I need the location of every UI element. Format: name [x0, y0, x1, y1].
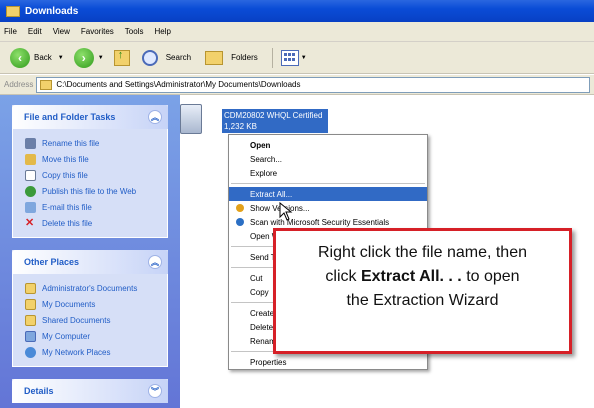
- file-name: CDM20802 WHQL Certified: [224, 111, 323, 120]
- address-label: Address: [4, 80, 34, 89]
- forward-dropdown-icon[interactable]: ▼: [98, 55, 104, 61]
- address-bar: Address C:\Documents and Settings\Admini…: [0, 75, 594, 95]
- toolbar-divider: [271, 47, 273, 68]
- panel-title: File and Folder Tasks: [24, 112, 116, 122]
- address-field[interactable]: C:\Documents and Settings\Administrator\…: [36, 76, 590, 93]
- window-title: Downloads: [25, 5, 79, 17]
- move-icon: [25, 153, 36, 165]
- globe-icon: [25, 185, 36, 197]
- file-tasks-panel: File and Folder Tasks ︽ Rename this file…: [12, 105, 168, 238]
- back-dropdown-icon[interactable]: ▼: [58, 55, 64, 61]
- search-icon[interactable]: [141, 49, 158, 66]
- folder-icon: [6, 5, 20, 17]
- views-dropdown-icon[interactable]: ▼: [301, 55, 307, 61]
- panel-header[interactable]: Details ︾: [12, 379, 168, 403]
- task-delete[interactable]: ✕ Delete this file: [25, 215, 161, 231]
- views-icon[interactable]: [280, 49, 299, 66]
- menu-favorites[interactable]: Favorites: [81, 27, 114, 36]
- zip-file-icon[interactable]: [180, 104, 202, 134]
- back-arrow-icon[interactable]: ‹: [10, 47, 30, 68]
- details-panel: Details ︾: [12, 379, 168, 403]
- place-my-computer[interactable]: My Computer: [25, 328, 161, 344]
- task-email[interactable]: E-mail this file: [25, 199, 161, 215]
- rename-icon: [25, 137, 36, 149]
- folders-icon[interactable]: [205, 50, 224, 65]
- callout-line-1: Right click the file name, then: [318, 244, 527, 261]
- title-bar: Downloads: [0, 0, 594, 22]
- task-move[interactable]: Move this file: [25, 151, 161, 167]
- menu-bar: File Edit View Favorites Tools Help: [0, 22, 594, 42]
- menu-item-show-versions[interactable]: Show Versions...: [229, 201, 427, 215]
- panel-header[interactable]: Other Places ︽: [12, 250, 168, 274]
- menu-item-explore[interactable]: Explore: [229, 166, 427, 180]
- back-button[interactable]: Back: [34, 53, 52, 62]
- folder-icon: [40, 79, 53, 90]
- task-publish[interactable]: Publish this file to the Web: [25, 183, 161, 199]
- selected-file-label[interactable]: CDM20802 WHQL Certified 1,232 KB: [222, 109, 328, 133]
- menu-separator: [231, 183, 425, 184]
- network-icon: [25, 346, 36, 358]
- email-icon: [25, 201, 36, 213]
- task-rename[interactable]: Rename this file: [25, 135, 161, 151]
- menu-tools[interactable]: Tools: [125, 27, 144, 36]
- menu-item-search[interactable]: Search...: [229, 152, 427, 166]
- folder-icon: [25, 314, 36, 326]
- toolbar: ‹ Back ▼ › ▼ Search Folders ▼: [0, 42, 594, 74]
- folder-icon: [25, 298, 36, 310]
- place-shared-documents[interactable]: Shared Documents: [25, 312, 161, 328]
- menu-help[interactable]: Help: [154, 27, 170, 36]
- menu-edit[interactable]: Edit: [28, 27, 42, 36]
- collapse-icon[interactable]: ︽: [148, 110, 162, 124]
- place-admin-documents[interactable]: Administrator's Documents: [25, 280, 161, 296]
- delete-icon: ✕: [25, 216, 35, 229]
- place-my-documents[interactable]: My Documents: [25, 296, 161, 312]
- menu-item-properties[interactable]: Properties: [229, 355, 427, 369]
- task-copy[interactable]: Copy this file: [25, 167, 161, 183]
- instruction-callout: Right click the file name, then click Ex…: [273, 228, 572, 354]
- computer-icon: [25, 330, 36, 342]
- panel-header[interactable]: File and Folder Tasks ︽: [12, 105, 168, 129]
- copy-icon: [25, 169, 36, 181]
- forward-arrow-icon[interactable]: ›: [73, 47, 94, 68]
- callout-line-3: the Extraction Wizard: [346, 292, 499, 309]
- versions-icon: [236, 204, 244, 212]
- folders-button[interactable]: Folders: [231, 53, 258, 62]
- callout-line-2: click Extract All. . . to open: [325, 268, 520, 285]
- menu-file[interactable]: File: [4, 27, 17, 36]
- task-pane: File and Folder Tasks ︽ Rename this file…: [0, 95, 180, 408]
- mouse-cursor-icon: [279, 202, 293, 221]
- collapse-icon[interactable]: ︽: [148, 255, 162, 269]
- place-my-network[interactable]: My Network Places: [25, 344, 161, 360]
- menu-item-open[interactable]: Open: [229, 138, 427, 152]
- file-size: 1,232 KB: [224, 122, 257, 131]
- other-places-panel: Other Places ︽ Administrator's Documents…: [12, 250, 168, 367]
- address-path: C:\Documents and Settings\Administrator\…: [56, 80, 301, 89]
- menu-view[interactable]: View: [53, 27, 70, 36]
- expand-icon[interactable]: ︾: [148, 384, 162, 398]
- menu-item-extract-all[interactable]: Extract All...: [229, 187, 427, 201]
- menu-item-scan[interactable]: Scan with Microsoft Security Essentials: [229, 215, 427, 229]
- search-button[interactable]: Search: [166, 53, 191, 62]
- security-essentials-icon: [236, 218, 244, 226]
- panel-title: Other Places: [24, 257, 80, 267]
- up-folder-icon[interactable]: [113, 49, 130, 66]
- panel-title: Details: [24, 386, 54, 396]
- folder-icon: [25, 282, 36, 294]
